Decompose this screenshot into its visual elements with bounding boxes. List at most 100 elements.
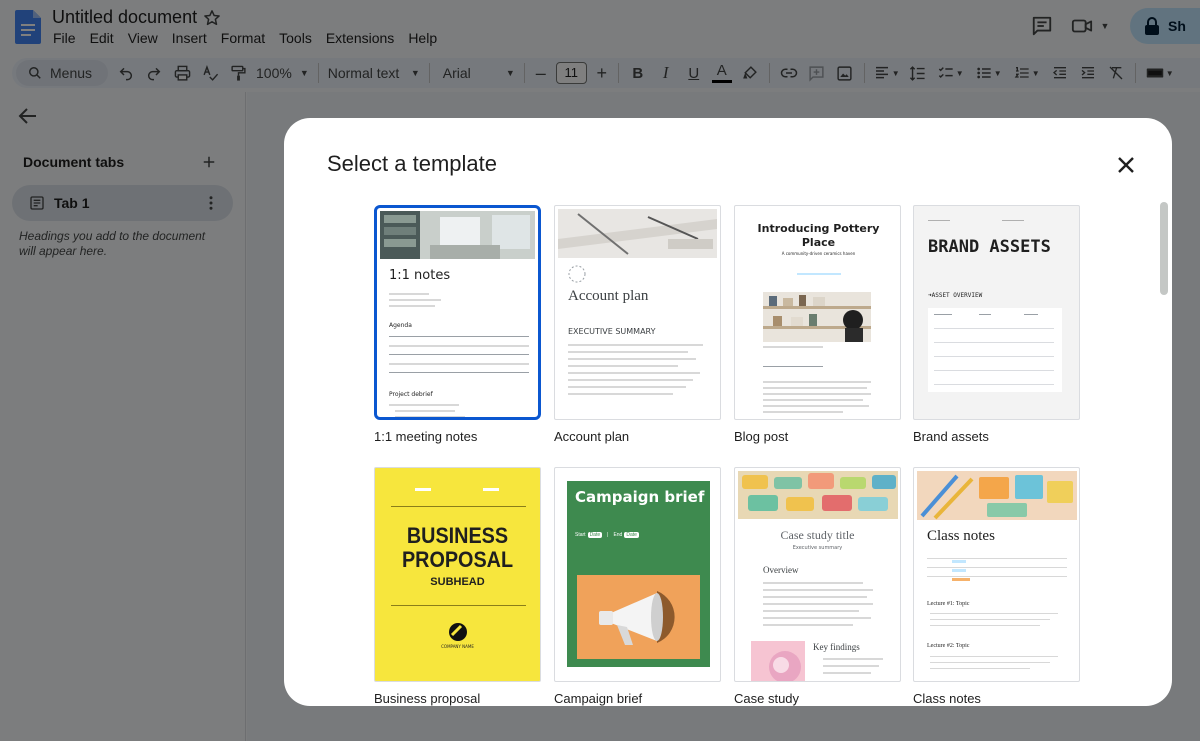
thumb-title: Introducing Pottery Place	[757, 222, 880, 249]
template-label: Account plan	[554, 429, 630, 444]
template-thumbnail[interactable]: 1:1 notes Agenda Project debrief	[374, 205, 541, 420]
template-dialog: Select a template 1:1 notes Agenda Proje…	[284, 118, 1172, 706]
thumb-section: Overview	[763, 565, 799, 575]
thumb-line	[1002, 220, 1024, 221]
thumb-line	[568, 386, 686, 388]
thumb-line	[934, 356, 1054, 357]
thumb-line	[391, 506, 526, 507]
thumb-title: BRAND ASSETS	[928, 237, 1051, 257]
thumb-section: ➜ASSET OVERVIEW	[928, 292, 983, 299]
thumb-company: COMPANY NAME	[441, 644, 474, 649]
template-thumbnail[interactable]: Account plan EXECUTIVE SUMMARY	[554, 205, 721, 420]
template-thumbnail[interactable]: BUSINESS PROPOSAL SUBHEAD COMPANY NAME	[374, 467, 541, 682]
thumb-line	[979, 314, 991, 315]
thumb-line	[930, 668, 1030, 669]
thumb-line	[389, 336, 529, 337]
thumb-title: BUSINESS PROPOSAL	[401, 523, 514, 572]
start-label: Start	[575, 532, 586, 538]
thumb-chip	[952, 560, 966, 563]
thumb-line	[483, 488, 499, 491]
thumb-section: Lecture #1: Topic	[927, 601, 970, 607]
template-label: Brand assets	[913, 429, 989, 444]
template-label: Campaign brief	[554, 691, 643, 706]
thumb-line	[568, 372, 700, 374]
thumb-line	[568, 365, 678, 367]
thumb-line	[763, 582, 863, 584]
thumb-line	[934, 384, 1054, 385]
date-separator: |	[607, 532, 609, 538]
thumb-title: Account plan	[568, 288, 649, 304]
thumb-line	[391, 605, 526, 606]
thumb-line	[389, 299, 441, 301]
scrollbar[interactable]	[1160, 202, 1168, 295]
thumb-chip	[952, 569, 966, 572]
thumb-line	[395, 410, 455, 412]
template-label: Blog post	[734, 429, 789, 444]
thumb-subtitle: A community-driven ceramics haven	[781, 251, 856, 256]
thumb-line	[797, 273, 841, 275]
thumb-title: 1:1 notes	[389, 268, 451, 283]
thumb-line	[763, 589, 873, 591]
thumb-line	[389, 345, 529, 347]
thumb-line	[927, 576, 1067, 577]
thumb-line	[934, 370, 1054, 371]
thumb-line	[415, 488, 431, 491]
template-thumbnail[interactable]: Introducing Pottery Place A community-dr…	[734, 205, 901, 420]
thumb-line	[763, 610, 859, 612]
thumb-line	[389, 354, 529, 355]
thumb-line	[389, 305, 435, 307]
thumb-line	[568, 379, 693, 381]
thumb-section: Project debrief	[389, 391, 433, 398]
thumb-section: Agenda	[389, 322, 412, 329]
thumb-section: EXECUTIVE SUMMARY	[568, 327, 656, 336]
dialog-title: Select a template	[327, 151, 497, 176]
thumb-line	[395, 416, 465, 417]
thumb-line	[763, 366, 823, 367]
thumb-line	[763, 399, 863, 401]
template-thumbnail[interactable]: Campaign brief Start Date | End Date	[554, 467, 721, 682]
thumb-subhead: SUBHEAD	[430, 576, 485, 588]
thumb-line	[763, 387, 867, 389]
thumb-line	[930, 625, 1040, 626]
thumb-line	[927, 558, 1067, 559]
template-label: 1:1 meeting notes	[374, 429, 478, 444]
thumb-line	[389, 404, 459, 406]
megaphone-illustration	[577, 575, 700, 659]
start-date-chip: Date	[587, 532, 603, 538]
template-label: Business proposal	[374, 691, 481, 706]
end-label: End	[613, 532, 623, 538]
thumb-line	[934, 314, 952, 315]
end-date-chip: Date	[624, 532, 639, 538]
thumb-title: Class notes	[927, 528, 995, 544]
template-thumbnail[interactable]: Class notes Lecture #1: Topic Lecture #2…	[913, 467, 1080, 682]
thumb-line	[389, 372, 529, 373]
template-label: Case study	[734, 691, 800, 706]
thumb-line	[763, 596, 867, 598]
thumb-line	[568, 351, 688, 353]
close-icon[interactable]	[1114, 153, 1138, 177]
thumb-line	[823, 665, 879, 667]
thumb-line	[568, 393, 673, 395]
thumb-title: Campaign brief	[575, 488, 705, 506]
thumb-line	[389, 363, 529, 365]
thumb-line	[763, 393, 871, 395]
thumb-line	[930, 619, 1050, 620]
company-logo-icon	[449, 623, 467, 641]
thumb-line	[763, 617, 871, 619]
thumb-line	[763, 405, 869, 407]
thumb-line	[763, 346, 823, 348]
desk-photo	[558, 209, 717, 258]
school-supplies-photo	[917, 471, 1077, 520]
thumb-line	[930, 662, 1050, 663]
template-thumbnail[interactable]: BRAND ASSETS ➜ASSET OVERVIEW	[913, 205, 1080, 420]
thumb-title: Case study title	[780, 528, 855, 542]
company-logo-circle	[568, 265, 586, 283]
thumb-line	[763, 381, 871, 383]
thumb-section: Key findings	[813, 642, 860, 652]
thumb-line	[930, 613, 1058, 614]
thumb-chip	[952, 578, 970, 581]
thumb-line	[389, 293, 429, 295]
thumb-line	[927, 567, 1067, 568]
campaign-dates: Start Date | End Date	[575, 532, 639, 538]
template-thumbnail[interactable]: Case study title Executive summary Overv…	[734, 467, 901, 682]
